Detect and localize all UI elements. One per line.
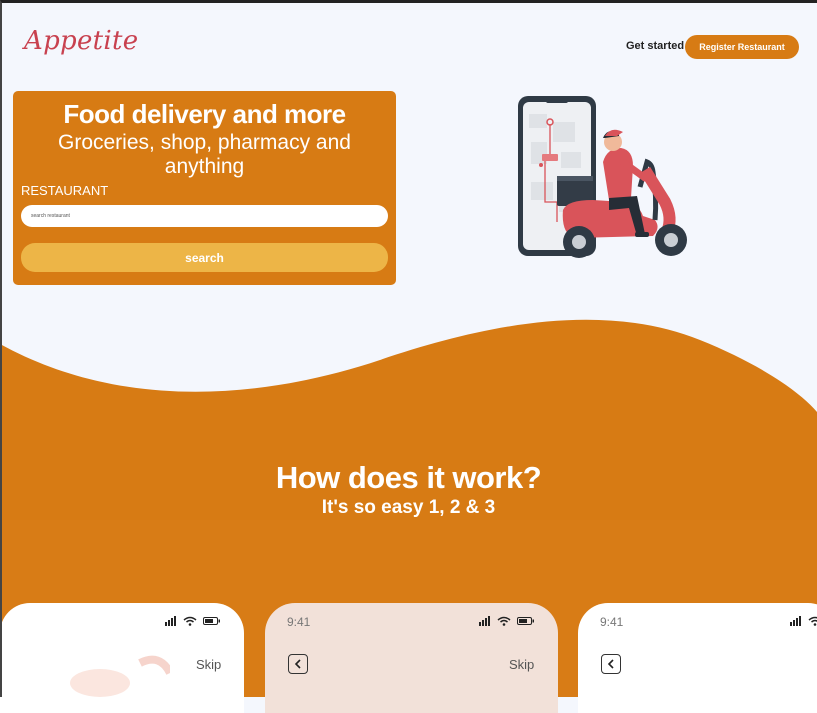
chevron-left-icon (607, 659, 614, 669)
battery-icon (203, 617, 220, 625)
wifi-icon (183, 616, 197, 626)
chevron-left-icon (294, 659, 301, 669)
signal-icon (479, 616, 490, 626)
signal-icon (790, 616, 801, 626)
hero-card: Food delivery and more Groceries, shop, … (13, 91, 396, 285)
signal-icon (165, 616, 176, 626)
how-it-works-title: How does it work? (275, 460, 542, 495)
logo[interactable]: Appetite (24, 26, 138, 56)
search-placeholder: search restaurant (31, 213, 70, 219)
skip-button[interactable]: Skip (196, 657, 221, 672)
status-time: 9:41 (287, 615, 311, 629)
wifi-icon (497, 616, 511, 626)
status-icons (790, 616, 817, 626)
status-icons (165, 616, 221, 626)
hero-title: Food delivery and more (63, 99, 346, 129)
register-restaurant-button[interactable]: Register Restaurant (685, 35, 799, 59)
how-it-works-subtitle: It's so easy 1, 2 & 3 (321, 497, 496, 518)
wifi-icon (808, 616, 817, 626)
back-button[interactable] (601, 654, 621, 674)
get-started-link[interactable]: Get started (626, 40, 684, 52)
battery-icon (517, 617, 534, 625)
status-icons (479, 616, 535, 626)
delivery-scooter-illustration (518, 96, 687, 258)
search-input[interactable]: search restaurant (21, 205, 388, 227)
skip-button[interactable]: Skip (509, 657, 534, 672)
food-illustration (70, 655, 170, 697)
hero-subtitle: Groceries, shop, pharmacy and anything (58, 131, 351, 178)
status-time: 9:41 (600, 615, 624, 629)
search-button[interactable]: search (21, 243, 388, 272)
restaurant-label: RESTAURANT (21, 183, 109, 198)
back-button[interactable] (288, 654, 308, 674)
